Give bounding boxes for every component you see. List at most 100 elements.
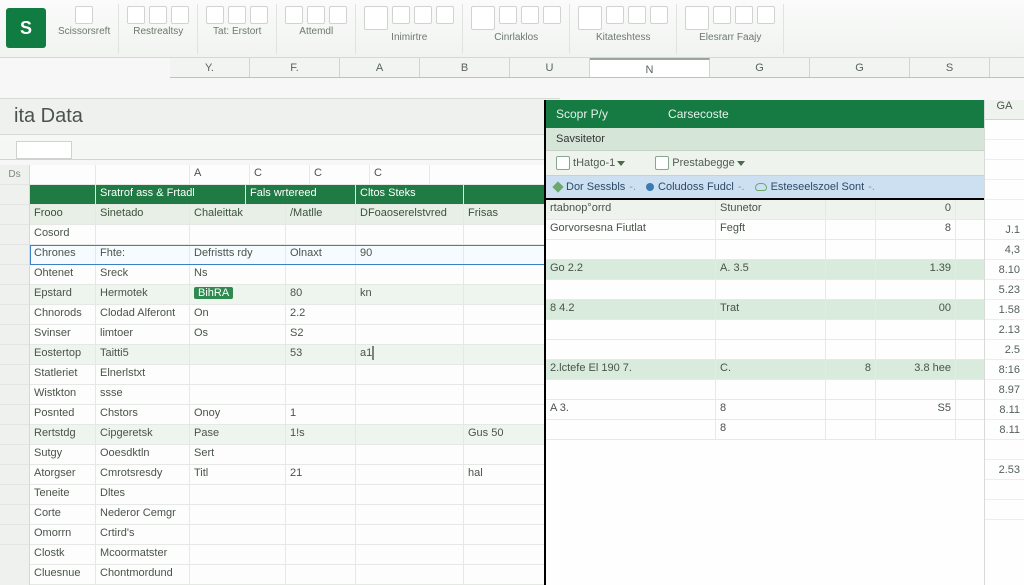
cell[interactable] (876, 280, 956, 299)
row-number[interactable] (0, 305, 29, 325)
ribbon-button[interactable] (75, 6, 93, 24)
cell[interactable]: Defristts rdy (190, 245, 286, 264)
cell[interactable] (464, 565, 554, 584)
cell[interactable]: 8:16 (985, 360, 1024, 380)
cell[interactable] (985, 440, 1024, 460)
cell[interactable] (190, 365, 286, 384)
cell[interactable] (826, 300, 876, 319)
cell[interactable] (546, 340, 716, 359)
cell[interactable]: 8.97 (985, 380, 1024, 400)
cell[interactable]: Onoy (190, 405, 286, 424)
cell[interactable] (30, 165, 96, 184)
cell[interactable] (985, 500, 1024, 520)
cell[interactable] (190, 225, 286, 244)
cell[interactable]: Statleriet (30, 365, 96, 384)
cell[interactable]: 8 (716, 400, 826, 419)
cell[interactable] (464, 525, 554, 544)
row-number[interactable] (0, 205, 29, 225)
cell[interactable]: Sinetado (96, 205, 190, 224)
cell[interactable]: a1 (356, 345, 464, 364)
cell[interactable]: C (370, 165, 430, 184)
cell[interactable]: 00 (876, 300, 956, 319)
cell[interactable] (464, 325, 554, 344)
cell[interactable]: Fhte: (96, 245, 190, 264)
cell[interactable] (464, 265, 554, 284)
cell[interactable]: Gus 50 (464, 425, 554, 444)
cell[interactable] (190, 525, 286, 544)
row-number[interactable] (0, 325, 29, 345)
pane-tab[interactable]: Dor Sessbls -. (554, 181, 636, 193)
cell[interactable] (826, 260, 876, 279)
row-number[interactable] (0, 365, 29, 385)
cell[interactable]: S5 (876, 400, 956, 419)
cell[interactable] (826, 420, 876, 439)
cell[interactable]: Crtird's (96, 525, 190, 544)
cell[interactable] (190, 385, 286, 404)
ribbon-button[interactable] (471, 6, 495, 30)
cell[interactable]: Chontmordund (96, 565, 190, 584)
cell[interactable]: Rertstdg (30, 425, 96, 444)
cell[interactable] (286, 505, 356, 524)
cell[interactable] (716, 380, 826, 399)
cell[interactable]: Os (190, 325, 286, 344)
cell[interactable] (464, 305, 554, 324)
cell[interactable] (464, 385, 554, 404)
cell[interactable] (356, 565, 464, 584)
cell[interactable]: J.1 (985, 220, 1024, 240)
cell[interactable]: 8 4.2 (546, 300, 716, 319)
cell[interactable] (876, 420, 956, 439)
cell-input[interactable] (372, 346, 374, 360)
cell[interactable] (826, 320, 876, 339)
row-number[interactable] (0, 405, 29, 425)
ribbon-button[interactable] (436, 6, 454, 24)
cell[interactable] (356, 305, 464, 324)
ribbon-button[interactable] (606, 6, 624, 24)
cell[interactable]: /Matlle (286, 205, 356, 224)
cell[interactable]: 4,3 (985, 240, 1024, 260)
cell[interactable]: C. (716, 360, 826, 379)
cell[interactable]: A 3. (546, 400, 716, 419)
row-number[interactable] (0, 425, 29, 445)
ribbon-button[interactable] (543, 6, 561, 24)
cell[interactable]: Olnaxt (286, 245, 356, 264)
ribbon-button[interactable] (392, 6, 410, 24)
row-number[interactable]: Ds (0, 165, 29, 185)
cell[interactable] (464, 405, 554, 424)
cell[interactable] (286, 565, 356, 584)
ribbon-button[interactable] (364, 6, 388, 30)
ribbon-button[interactable] (521, 6, 539, 24)
cell[interactable] (356, 385, 464, 404)
pane-tab[interactable]: Coludoss Fudcl -. (646, 181, 745, 193)
cell[interactable]: Pase (190, 425, 286, 444)
column-header[interactable]: F. (250, 58, 340, 77)
cell[interactable]: Svinser (30, 325, 96, 344)
cell[interactable]: Titl (190, 465, 286, 484)
cell[interactable] (190, 505, 286, 524)
cell[interactable] (190, 545, 286, 564)
cell[interactable] (716, 320, 826, 339)
ribbon-button[interactable] (735, 6, 753, 24)
cell[interactable] (356, 265, 464, 284)
ribbon-button[interactable] (127, 6, 145, 24)
cell[interactable]: Sreck (96, 265, 190, 284)
cell[interactable]: Ns (190, 265, 286, 284)
cell[interactable]: 5.23 (985, 280, 1024, 300)
cell[interactable] (546, 240, 716, 259)
cell[interactable] (286, 525, 356, 544)
cell[interactable]: 2.2 (286, 305, 356, 324)
ribbon-button[interactable] (499, 6, 517, 24)
cell[interactable] (464, 485, 554, 504)
cell[interactable]: Hermotek (96, 285, 190, 304)
cell[interactable]: 1!s (286, 425, 356, 444)
cell[interactable]: Clodad Alferont (96, 305, 190, 324)
ribbon-button[interactable] (628, 6, 646, 24)
ribbon-button[interactable] (713, 6, 731, 24)
cell[interactable] (190, 485, 286, 504)
left-grid[interactable]: Ds ACCCSratrof ass & FrtadlFals wrtereed… (0, 165, 560, 585)
cell[interactable]: Corte (30, 505, 96, 524)
cell[interactable]: 8 (716, 420, 826, 439)
column-header[interactable]: S (910, 58, 990, 77)
cell[interactable]: 8.11 (985, 420, 1024, 440)
ribbon-button[interactable] (329, 6, 347, 24)
cell[interactable] (286, 365, 356, 384)
